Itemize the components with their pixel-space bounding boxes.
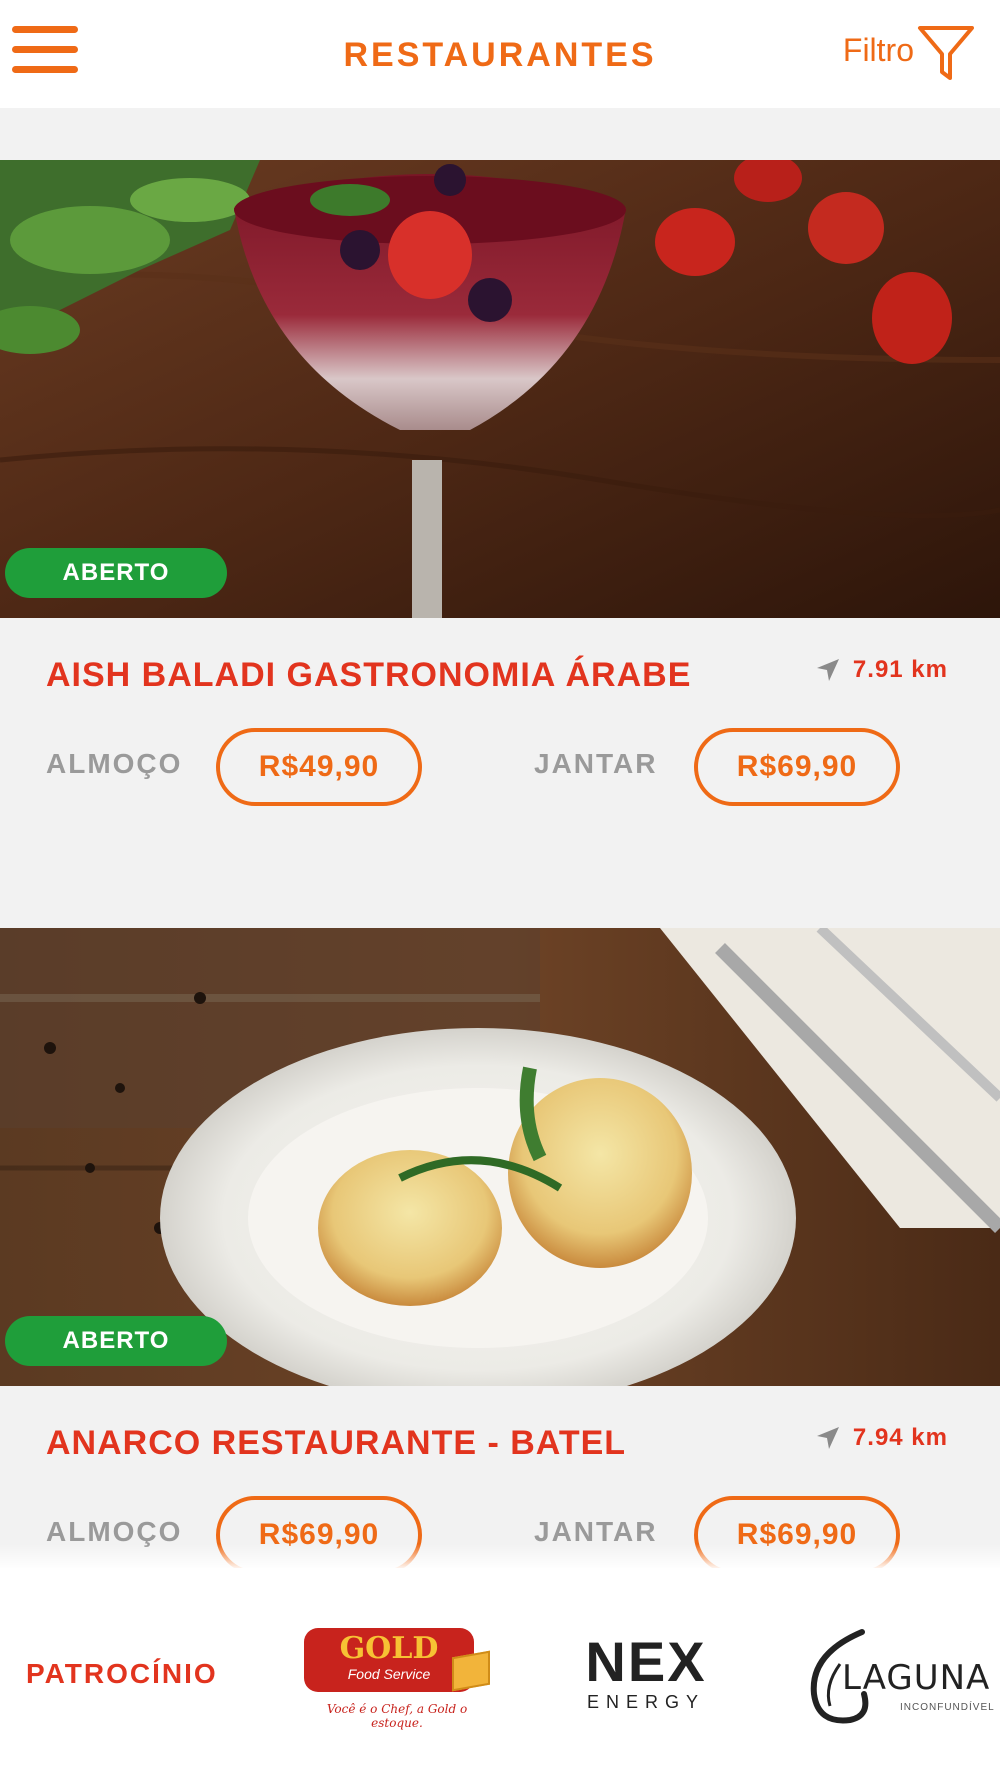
restaurant-name: AISH BALADI GASTRONOMIA ÁRABE xyxy=(46,656,692,694)
sponsor-footer: PATROCÍNIO GOLD Food Service Você é o Ch… xyxy=(0,1568,1000,1778)
footer-fade xyxy=(0,1544,1000,1570)
navigation-arrow-icon xyxy=(816,1427,839,1449)
navigation-arrow-icon xyxy=(816,659,839,681)
laguna-subtitle: INCONFUNDÍVEL xyxy=(900,1702,995,1713)
lunch-label: ALMOÇO xyxy=(46,748,183,779)
filter-label: Filtro xyxy=(842,32,914,68)
restaurant-info: AISH BALADI GASTRONOMIA ÁRABE 7.91 km AL… xyxy=(0,618,1000,928)
nex-subtitle: ENERGY xyxy=(586,1692,706,1712)
filter-icon xyxy=(918,26,974,80)
dinner-price-button[interactable]: R$69,90 xyxy=(694,728,900,806)
nex-name: NEX xyxy=(585,1630,707,1693)
gold-subtitle: Food Service xyxy=(347,1666,431,1682)
box-icon xyxy=(452,1650,490,1692)
laguna-name: LAGUNA xyxy=(842,1658,991,1698)
sponsor-label: PATROCÍNIO xyxy=(26,1658,218,1689)
distance: 7.94 km xyxy=(815,1424,948,1452)
restaurant-name: ANARCO RESTAURANTE - BATEL xyxy=(46,1424,627,1462)
dinner-label: JANTAR xyxy=(534,748,658,779)
gold-name: GOLD xyxy=(339,1631,439,1666)
nex-energy-logo[interactable]: NEX ENERGY xyxy=(578,1634,714,1714)
lunch-price-button[interactable]: R$49,90 xyxy=(216,728,422,806)
laguna-logo[interactable]: LAGUNA INCONFUNDÍVEL xyxy=(800,1624,994,1734)
gold-tagline: Você é o Chef, a Gold o estoque. xyxy=(326,1702,468,1730)
distance: 7.91 km xyxy=(815,656,948,684)
status-badge: ABERTO xyxy=(5,548,227,598)
status-badge: ABERTO xyxy=(5,1316,227,1366)
gold-badge: GOLD Food Service xyxy=(304,1628,474,1692)
gold-logo[interactable]: GOLD Food Service Você é o Chef, a Gold … xyxy=(302,1628,492,1738)
distance-value: 7.94 km xyxy=(852,1424,948,1451)
filter-button[interactable]: Filtro xyxy=(843,22,976,86)
distance-value: 7.91 km xyxy=(852,656,948,683)
app-header: RESTAURANTES Filtro xyxy=(0,0,1000,108)
